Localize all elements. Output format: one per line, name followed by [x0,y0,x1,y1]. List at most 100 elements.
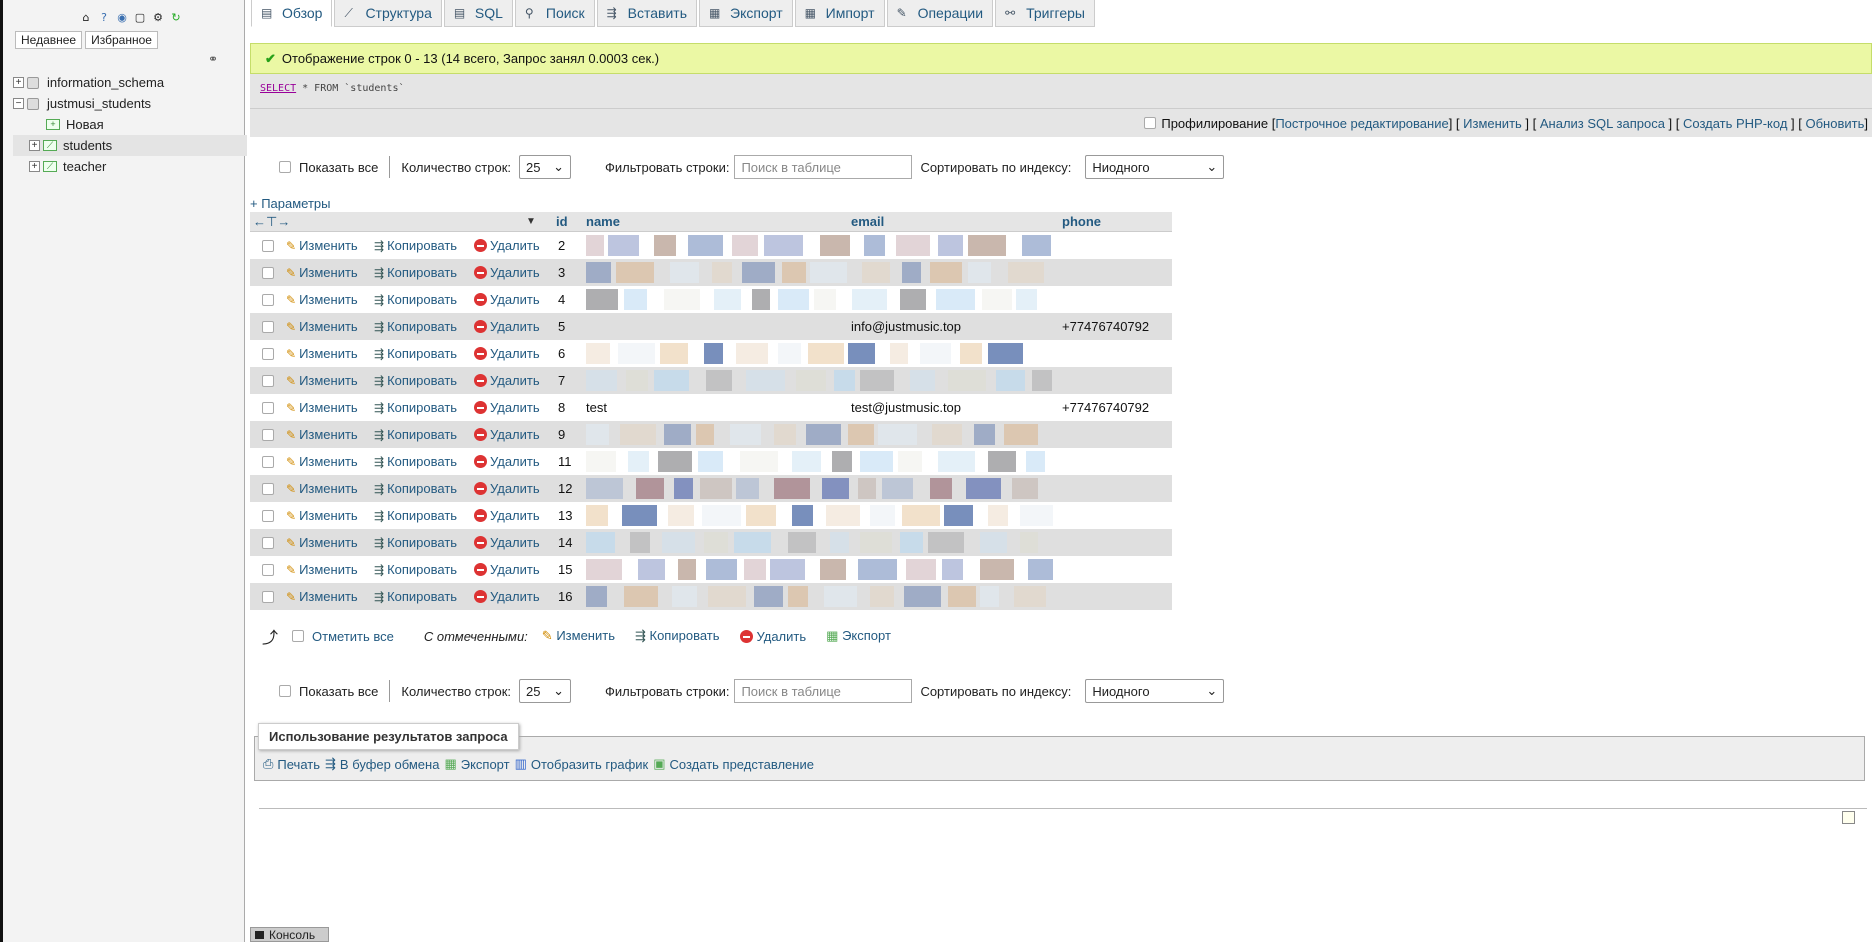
sort-dropdown-icon[interactable]: ▼ [526,216,536,227]
row-edit-button[interactable]: ✎ Изменить [286,400,358,415]
cell-id[interactable]: 3 [558,265,565,280]
clipboard-button[interactable]: ⇶ В буфер обмена [325,756,439,772]
tab-search[interactable]: ⚲ Поиск [514,0,595,27]
row-checkbox[interactable] [262,564,274,576]
refresh-link[interactable]: Обновить [1806,116,1865,131]
cell-id[interactable]: 7 [558,373,565,388]
bulk-edit-button[interactable]: ✎ Изменить [542,628,615,644]
row-checkbox[interactable] [262,510,274,522]
row-edit-button[interactable]: ✎ Изменить [286,238,358,253]
print-button[interactable]: ⎙ Печать [263,756,320,772]
row-edit-button[interactable]: ✎ Изменить [286,535,358,550]
row-delete-button[interactable]: Удалить [474,265,540,280]
row-delete-button[interactable]: Удалить [474,292,540,307]
create-php-link[interactable]: Создать PHP-код [1683,116,1787,131]
row-edit-button[interactable]: ✎ Изменить [286,427,358,442]
tab-browse[interactable]: ▤ Обзор [251,0,333,27]
sql-keyword[interactable]: SELECT [260,83,296,94]
column-id[interactable]: id [556,214,568,229]
collapse-icon[interactable]: − [13,98,24,109]
row-copy-button[interactable]: ⇶ Копировать [374,508,457,523]
tree-item-teacher[interactable]: + ⟋ teacher [13,156,247,177]
row-copy-button[interactable]: ⇶ Копировать [374,535,457,550]
row-delete-button[interactable]: Удалить [474,427,540,442]
row-copy-button[interactable]: ⇶ Копировать [374,589,457,604]
export-button[interactable]: ▦ Экспорт [444,756,509,772]
profiling-checkbox[interactable] [1144,117,1157,129]
row-edit-button[interactable]: ✎ Изменить [286,265,358,280]
row-edit-button[interactable]: ✎ Изменить [286,508,358,523]
row-edit-button[interactable]: ✎ Изменить [286,292,358,307]
row-copy-button[interactable]: ⇶ Копировать [374,562,457,577]
display-chart-button[interactable]: ▥ Отобразить график [515,756,649,772]
row-delete-button[interactable]: Удалить [474,373,540,388]
row-copy-button[interactable]: ⇶ Копировать [374,373,457,388]
tree-item-label[interactable]: students [63,138,112,153]
tab-structure[interactable]: ⟋ Структура [334,0,442,27]
cell-phone[interactable]: +77476740792 [1062,400,1149,415]
row-copy-button[interactable]: ⇶ Копировать [374,346,457,361]
sql-icon[interactable]: ▢ [133,10,147,24]
settings-icon[interactable]: ⚙ [151,10,165,24]
filter-input[interactable]: Поиск в таблице [734,679,913,703]
cell-id[interactable]: 12 [558,481,572,496]
row-delete-button[interactable]: Удалить [474,238,540,253]
tree-item-justmusi-students[interactable]: − justmusi_students [13,93,247,114]
row-checkbox[interactable] [262,240,274,252]
tree-item-information-schema[interactable]: + information_schema [13,72,247,93]
row-delete-button[interactable]: Удалить [474,481,540,496]
row-delete-button[interactable]: Удалить [474,319,540,334]
tab-import[interactable]: ▦ Импорт [794,0,885,27]
console-button[interactable]: Консоль [250,927,329,942]
parameters-toggle[interactable]: + Параметры [250,196,331,211]
cell-id[interactable]: 13 [558,508,572,523]
row-checkbox[interactable] [262,294,274,306]
tree-item-new[interactable]: + Новая [13,114,247,135]
home-icon[interactable]: ⌂ [79,10,93,24]
row-edit-button[interactable]: ✎ Изменить [286,454,358,469]
cell-id[interactable]: 15 [558,562,572,577]
show-all-checkbox[interactable] [279,685,291,697]
tab-sql[interactable]: ▤ SQL [443,0,513,27]
tab-operations[interactable]: ✎ Операции [886,0,994,27]
cell-id[interactable]: 11 [558,454,572,469]
row-edit-button[interactable]: ✎ Изменить [286,319,358,334]
bookmark-icon[interactable] [1842,811,1855,824]
edit-link[interactable]: Изменить [1463,116,1522,131]
tree-item-students[interactable]: + ⟋ students [13,135,247,156]
row-copy-button[interactable]: ⇶ Копировать [374,400,457,415]
cell-email[interactable]: test@justmusic.top [851,400,961,415]
cell-id[interactable]: 16 [558,589,572,604]
cell-phone[interactable]: +77476740792 [1062,319,1149,334]
cell-name[interactable]: test [586,400,607,415]
row-copy-button[interactable]: ⇶ Копировать [374,454,457,469]
help-icon[interactable]: ? [97,10,111,24]
tree-item-label[interactable]: justmusi_students [47,96,151,111]
row-delete-button[interactable]: Удалить [474,346,540,361]
check-all-checkbox[interactable] [292,630,305,642]
row-copy-button[interactable]: ⇶ Копировать [374,265,457,280]
tab-triggers[interactable]: ⚯ Триггеры [995,0,1095,27]
row-edit-button[interactable]: ✎ Изменить [286,562,358,577]
reload-icon[interactable]: ↻ [169,10,183,24]
show-all-checkbox[interactable] [279,161,291,173]
row-copy-button[interactable]: ⇶ Копировать [374,481,457,496]
row-edit-button[interactable]: ✎ Изменить [286,346,358,361]
bulk-copy-button[interactable]: ⇶ Копировать [635,628,720,644]
column-arrows-icon[interactable]: ←⊤→ [253,214,290,230]
column-phone[interactable]: phone [1062,214,1101,229]
row-checkbox[interactable] [262,402,274,414]
row-checkbox[interactable] [262,375,274,387]
row-checkbox[interactable] [262,321,274,333]
cell-id[interactable]: 2 [558,238,565,253]
filter-input[interactable]: Поиск в таблице [734,155,913,179]
docs-icon[interactable]: ◉ [115,10,129,24]
recent-tab[interactable]: Недавнее [15,31,83,49]
row-checkbox[interactable] [262,429,274,441]
bulk-delete-button[interactable]: Удалить [739,629,806,644]
cell-email[interactable]: info@justmusic.top [851,319,961,334]
row-edit-button[interactable]: ✎ Изменить [286,589,358,604]
row-copy-button[interactable]: ⇶ Копировать [374,427,457,442]
row-delete-button[interactable]: Удалить [474,562,540,577]
tab-insert[interactable]: ⇶ Вставить [596,0,698,27]
